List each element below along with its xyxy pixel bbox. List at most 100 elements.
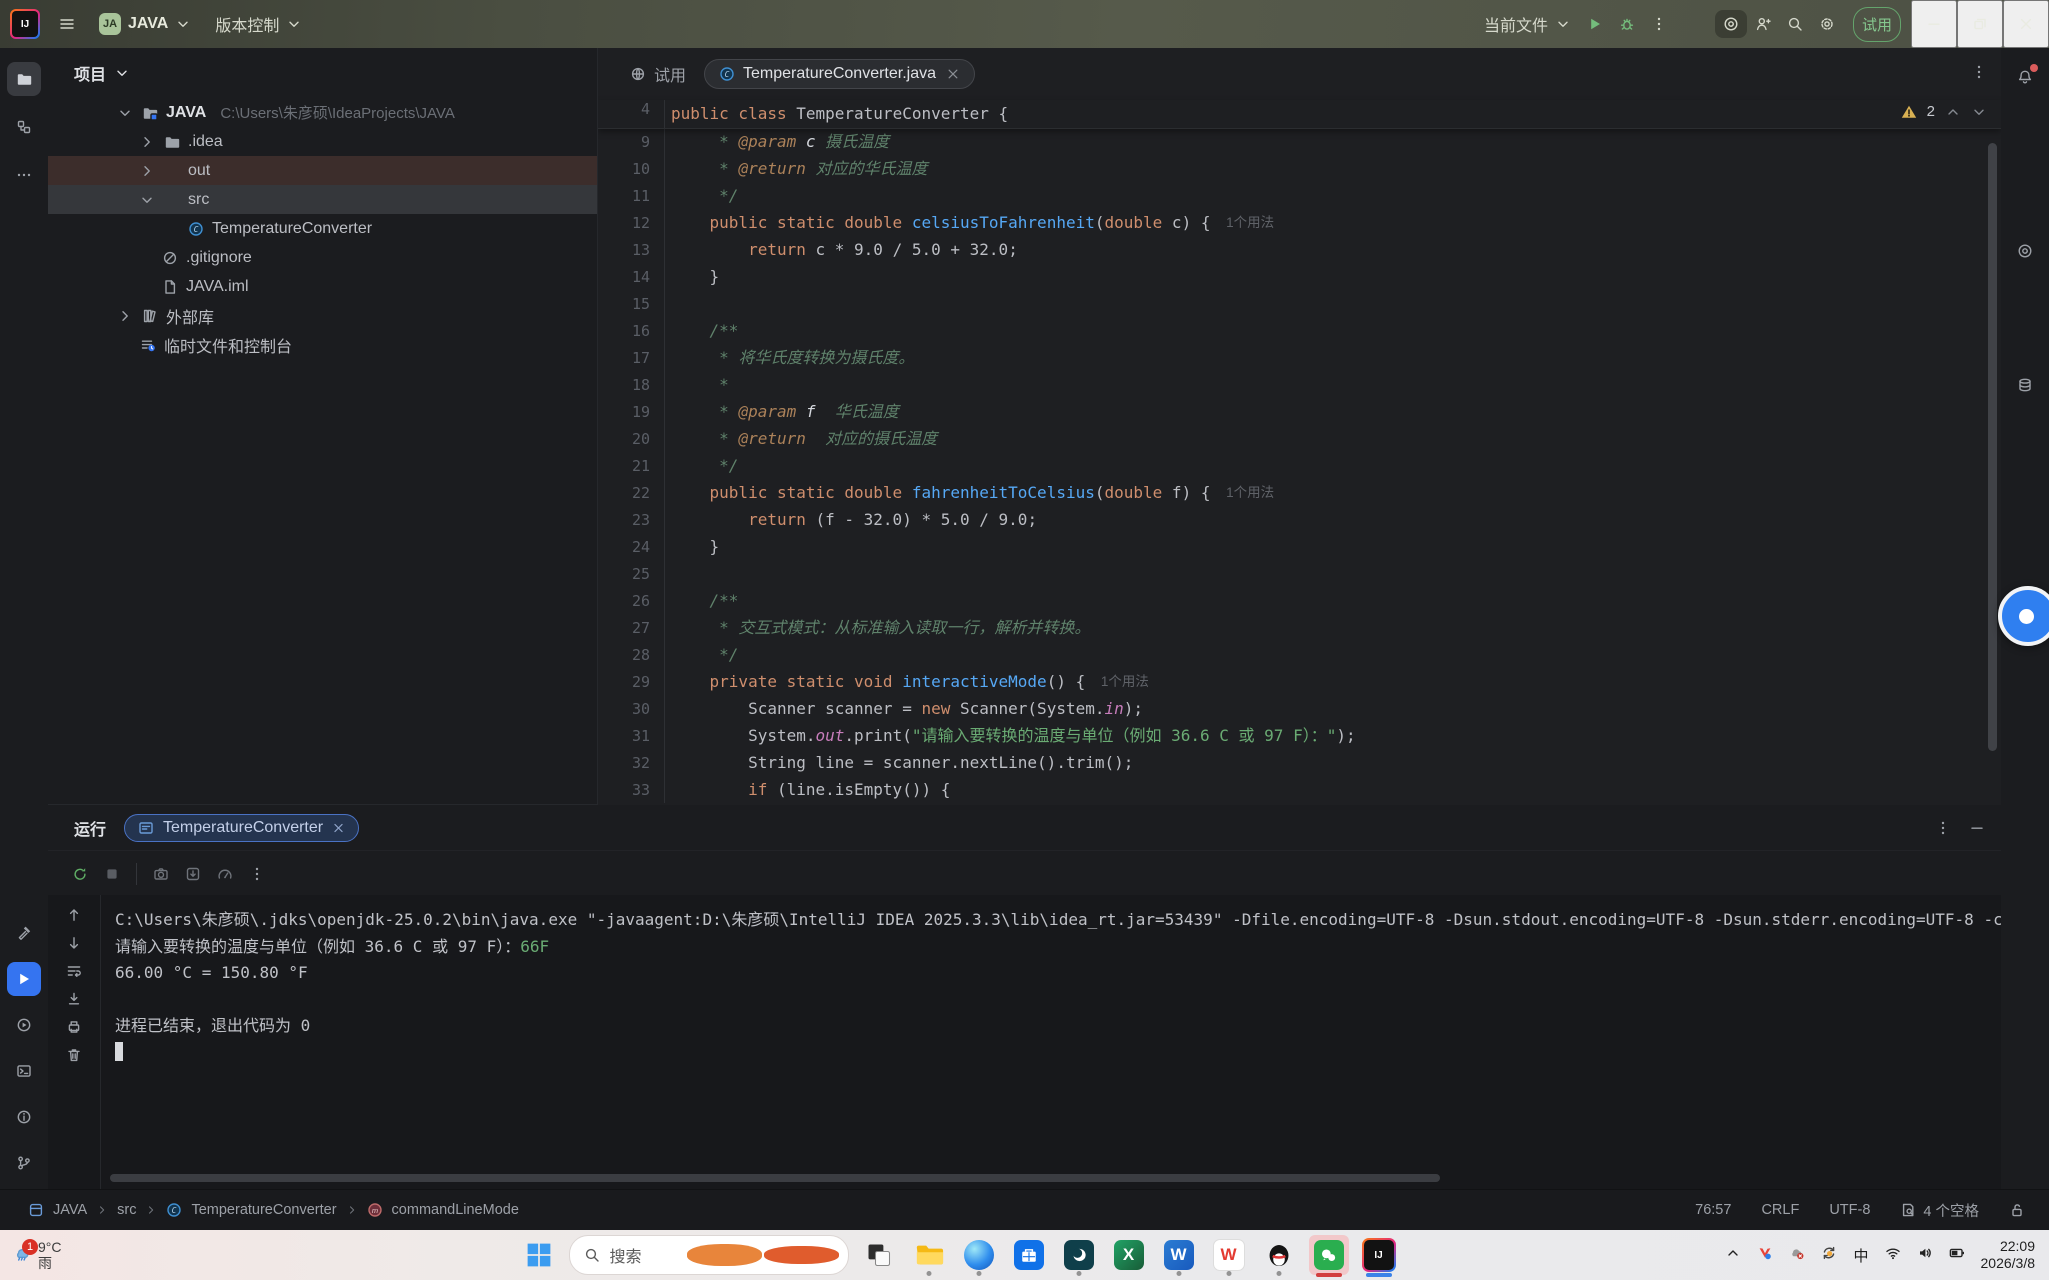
file-encoding[interactable]: UTF-8: [1829, 1202, 1870, 1218]
ai-assistant-button[interactable]: [1715, 10, 1747, 38]
tree-item-out-folder[interactable]: out: [48, 156, 597, 185]
code-line[interactable]: 25: [598, 560, 2001, 587]
tray-battery[interactable]: [1949, 1245, 1965, 1266]
tray-volume[interactable]: [1917, 1245, 1933, 1266]
project-tool-button[interactable]: [7, 62, 41, 96]
code-line[interactable]: 29 private static void interactiveMode()…: [598, 668, 2001, 695]
tray-wifi[interactable]: [1885, 1245, 1901, 1266]
tree-item-idea-folder[interactable]: .idea: [48, 127, 597, 156]
indent-setting[interactable]: 4 个空格: [1900, 1200, 1979, 1221]
breadcrumb-module[interactable]: JAVA: [53, 1202, 87, 1218]
line-ending[interactable]: CRLF: [1761, 1202, 1799, 1218]
console-scrollbar[interactable]: [110, 1174, 1440, 1182]
taskbar-taskview[interactable]: [859, 1235, 899, 1275]
tray-sync[interactable]: [1821, 1245, 1837, 1266]
code-line[interactable]: 13 return c * 9.0 / 5.0 + 32.0;: [598, 236, 2001, 263]
close-icon[interactable]: [946, 66, 960, 82]
stop-icon[interactable]: [104, 866, 120, 882]
git-tool-button[interactable]: [7, 1146, 41, 1180]
weather-widget[interactable]: 1 9°C 雨: [0, 1239, 254, 1271]
tab-trial[interactable]: 试用: [622, 56, 694, 92]
code-line[interactable]: 9 * @param c 摄氏温度: [598, 128, 2001, 155]
editor-scrollbar[interactable]: [1988, 143, 1997, 751]
tray-thunder[interactable]: [1757, 1245, 1773, 1266]
code-line[interactable]: 30 Scanner scanner = new Scanner(System.…: [598, 695, 2001, 722]
code-line[interactable]: 32 String line = scanner.nextLine().trim…: [598, 749, 2001, 776]
rerun-icon[interactable]: [72, 866, 88, 882]
taskbar-start[interactable]: [519, 1235, 559, 1275]
taskbar-notes[interactable]: [1059, 1235, 1099, 1275]
more-vertical-icon[interactable]: [249, 866, 265, 882]
taskbar-excel[interactable]: X: [1109, 1235, 1149, 1275]
taskbar-qq[interactable]: [1259, 1235, 1299, 1275]
clear-console-icon[interactable]: [66, 1047, 82, 1063]
unlock-icon[interactable]: [2009, 1202, 2025, 1218]
run-tab[interactable]: TemperatureConverter: [124, 814, 359, 842]
run-tool-button[interactable]: [7, 962, 41, 996]
code-line[interactable]: 17 * 将华氏度转换为摄氏度。: [598, 344, 2001, 371]
restore-button[interactable]: [1957, 0, 2003, 48]
taskbar-idea[interactable]: IJ: [1359, 1235, 1399, 1275]
code-line[interactable]: 12 public static double celsiusToFahrenh…: [598, 209, 2001, 236]
ai-chat-tool-button[interactable]: [2008, 234, 2042, 268]
code-line[interactable]: 33 if (line.isEmpty()) {: [598, 776, 2001, 803]
thread-dump-icon[interactable]: [153, 866, 169, 882]
chevron-up-icon[interactable]: [1945, 104, 1961, 120]
notifications-button[interactable]: [2008, 60, 2042, 94]
code-line[interactable]: 28 */: [598, 641, 2001, 668]
code-line[interactable]: 23 return (f - 32.0) * 5.0 / 9.0;: [598, 506, 2001, 533]
run-button[interactable]: [1579, 10, 1611, 38]
tree-item-java-root[interactable]: JAVAC:\Users\朱彦硕\IdeaProjects\JAVA: [48, 98, 597, 127]
tree-item-temperatureconverter-class[interactable]: CTemperatureConverter: [48, 214, 597, 243]
more-tools-button[interactable]: [7, 158, 41, 192]
taskbar-explorer[interactable]: [909, 1235, 949, 1275]
tab-temperatureconverter[interactable]: C TemperatureConverter.java: [704, 59, 975, 89]
caret-position[interactable]: 76:57: [1695, 1202, 1731, 1218]
code-line[interactable]: 31 System.out.print("请输入要转换的温度与单位（例如 36.…: [598, 722, 2001, 749]
code-line[interactable]: 15: [598, 290, 2001, 317]
search-everywhere-button[interactable]: [1779, 10, 1811, 38]
project-selector[interactable]: JA JAVA: [90, 7, 200, 41]
database-tool-button[interactable]: [2008, 368, 2042, 402]
breadcrumb-method[interactable]: commandLineMode: [392, 1202, 519, 1218]
profiler-icon[interactable]: [217, 866, 233, 882]
taskbar-wechat[interactable]: [1309, 1235, 1349, 1275]
settings-button[interactable]: [1811, 10, 1843, 38]
code-line[interactable]: 11 */: [598, 182, 2001, 209]
code-line[interactable]: 21 */: [598, 452, 2001, 479]
hide-panel-icon[interactable]: [1969, 820, 1985, 836]
close-button[interactable]: [2003, 0, 2049, 48]
inspection-widget[interactable]: 2: [1901, 103, 1987, 120]
structure-tool-button[interactable]: [7, 110, 41, 144]
terminal-tool-button[interactable]: [7, 1054, 41, 1088]
code-line[interactable]: 19 * @param f 华氏温度: [598, 398, 2001, 425]
debug-button[interactable]: [1611, 10, 1643, 38]
breadcrumb-class[interactable]: TemperatureConverter: [191, 1202, 336, 1218]
code-line[interactable]: 18 *: [598, 371, 2001, 398]
taskbar-edge[interactable]: [959, 1235, 999, 1275]
code-line[interactable]: 10 * @return 对应的华氏温度: [598, 155, 2001, 182]
code-line[interactable]: 24 }: [598, 533, 2001, 560]
project-panel-header[interactable]: 项目: [48, 48, 597, 98]
code-line[interactable]: 22 public static double fahrenheitToCels…: [598, 479, 2001, 506]
chevron-down-icon[interactable]: [1971, 104, 1987, 120]
scroll-to-end-icon[interactable]: [66, 991, 82, 1007]
code-area[interactable]: 9 * @param c 摄氏温度10 * @return 对应的华氏温度11 …: [598, 128, 2001, 805]
attach-icon[interactable]: [185, 866, 201, 882]
tray-ime[interactable]: 中: [1853, 1245, 1868, 1266]
code-line[interactable]: 16 /**: [598, 317, 2001, 344]
tree-item-external-libraries[interactable]: 外部库: [48, 301, 597, 330]
code-line[interactable]: 20 * @return 对应的摄氏温度: [598, 425, 2001, 452]
console-output[interactable]: C:\Users\朱彦硕\.jdks\openjdk-25.0.2\bin\ja…: [101, 895, 2001, 1190]
taskbar-search[interactable]: 搜索: [569, 1235, 849, 1275]
code-line[interactable]: 27 * 交互式模式：从标准输入读取一行，解析并转换。: [598, 614, 2001, 641]
vcs-widget[interactable]: 版本控制: [206, 6, 311, 42]
clock[interactable]: 22:09 2026/3/8: [1981, 1238, 2036, 1272]
run-configuration-selector[interactable]: 当前文件: [1476, 6, 1579, 42]
tree-item-gitignore[interactable]: .gitignore: [48, 243, 597, 272]
taskbar-word[interactable]: W: [1159, 1235, 1199, 1275]
trial-badge[interactable]: 试用: [1853, 7, 1901, 42]
tray-chevup[interactable]: [1725, 1245, 1741, 1266]
breadcrumb-src[interactable]: src: [117, 1202, 136, 1218]
main-menu-button[interactable]: [50, 10, 84, 38]
